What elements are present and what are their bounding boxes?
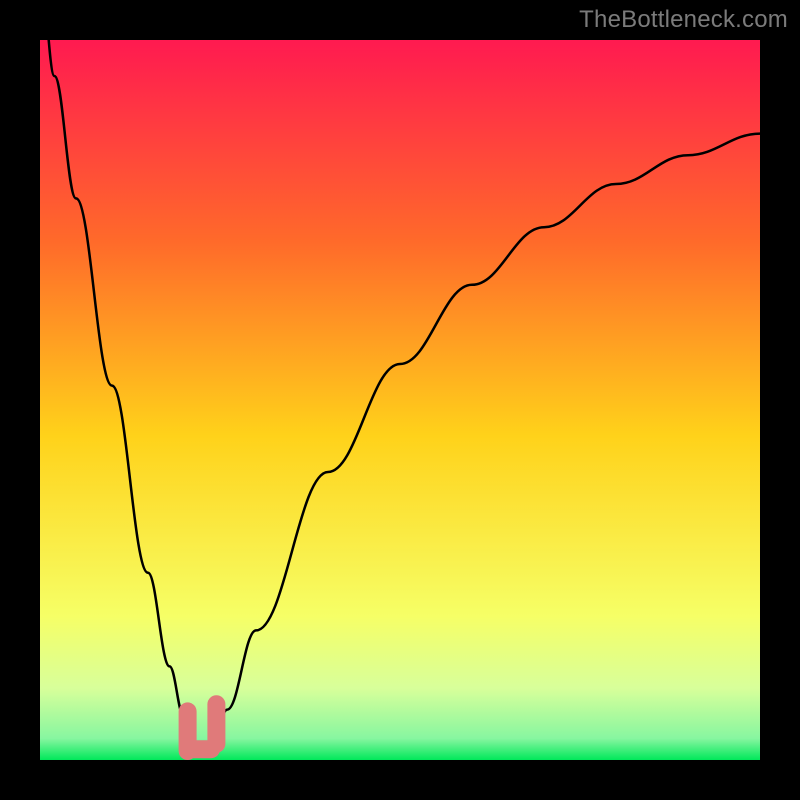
chart-frame: TheBottleneck.com (0, 0, 800, 800)
marker-bottom (184, 740, 220, 758)
watermark-text: TheBottleneck.com (579, 6, 788, 34)
plot-area (40, 40, 760, 760)
bottleneck-curve (40, 40, 760, 760)
